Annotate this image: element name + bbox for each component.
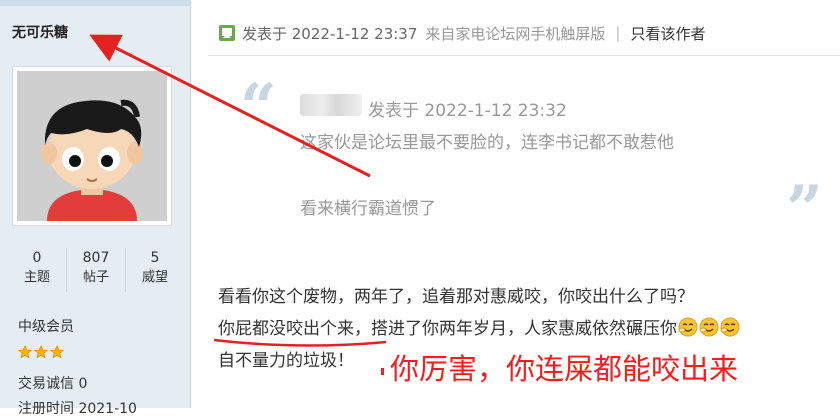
- rank-stars: [18, 344, 66, 363]
- shy-smile-emoji-icon: [720, 317, 740, 337]
- stat-posts-value: 807: [82, 250, 110, 266]
- quote-line-1: 这家伙是论坛里最不要脸的，连李书记都不敢惹他: [300, 133, 674, 153]
- sidebar-top-strip: [0, 0, 190, 6]
- user-group[interactable]: 中级会员: [18, 316, 74, 336]
- post-time: 发表于 2022-1-12 23:37: [242, 24, 418, 43]
- stat-threads-value: 0: [32, 250, 42, 266]
- star-icon: [50, 345, 64, 359]
- trade-credit-value[interactable]: 0: [78, 376, 87, 392]
- post-body-line-2-rest: ，搭进了你两年岁月，人家惠威依然碾压你: [354, 319, 677, 339]
- author-stats: 0 主题 807 帖子 5 威望: [8, 248, 184, 292]
- trade-credit: 交易诚信 0: [18, 373, 87, 393]
- post-body-line-3: 自不量力的垃圾！: [218, 351, 354, 371]
- avatar-image: [17, 71, 167, 221]
- red-annotation: 你厉害，你连屎都能咬出来: [390, 352, 739, 386]
- author-username[interactable]: 无可乐糖: [12, 22, 68, 42]
- stat-threads-label: 主题: [23, 270, 50, 285]
- post-icon: [219, 25, 235, 41]
- post-body-line-2: 你屁都没咬出个来，搭进了你两年岁月，人家惠威依然碾压你: [218, 314, 740, 339]
- open-quote-icon: “: [240, 70, 277, 145]
- shy-smile-emoji-icon: [699, 317, 719, 337]
- annotation-mark: [381, 368, 384, 375]
- header-separator: |: [615, 24, 621, 42]
- post-body-line-1: 看看你这个废物，两年了，追着那对惠威咬，你咬出什么了吗？: [218, 287, 694, 307]
- stat-prestige-label: 威望: [141, 270, 168, 285]
- avatar[interactable]: [12, 66, 172, 226]
- star-icon: [34, 345, 48, 359]
- quote-meta: 发表于 2022-1-12 23:32: [368, 101, 567, 121]
- author-sidebar: 无可乐糖 0 主题 807 帖子 5 威望 中级会员 交易诚信 0 注册时间 2…: [0, 0, 191, 417]
- header-divider: [208, 55, 840, 56]
- emoji-group: [677, 317, 740, 339]
- only-author-link[interactable]: 只看该作者: [630, 23, 705, 44]
- stat-prestige[interactable]: 5 威望: [126, 248, 184, 292]
- stat-posts-label: 帖子: [82, 270, 109, 285]
- underlined-phrase: 你屁都没咬出个来: [218, 319, 354, 339]
- quote-line-2: 看来横行霸道惯了: [300, 199, 436, 219]
- stat-posts[interactable]: 807 帖子: [67, 248, 126, 292]
- shy-smile-emoji-icon: [678, 317, 698, 337]
- close-quote-icon: ”: [786, 172, 823, 247]
- red-underline: [213, 338, 387, 347]
- post-header: 发表于 2022-1-12 23:37 来自家电论坛网手机触屏版 | 只看该作者: [218, 22, 706, 44]
- stat-threads[interactable]: 0 主题: [8, 248, 67, 292]
- register-time: 注册时间 2021-10: [18, 401, 137, 417]
- star-icon: [18, 345, 32, 359]
- stat-prestige-value: 5: [150, 250, 160, 266]
- post-source-link[interactable]: 来自家电论坛网手机触屏版: [425, 23, 605, 44]
- blurred-username: [300, 94, 362, 116]
- trade-credit-label: 交易诚信: [18, 376, 74, 392]
